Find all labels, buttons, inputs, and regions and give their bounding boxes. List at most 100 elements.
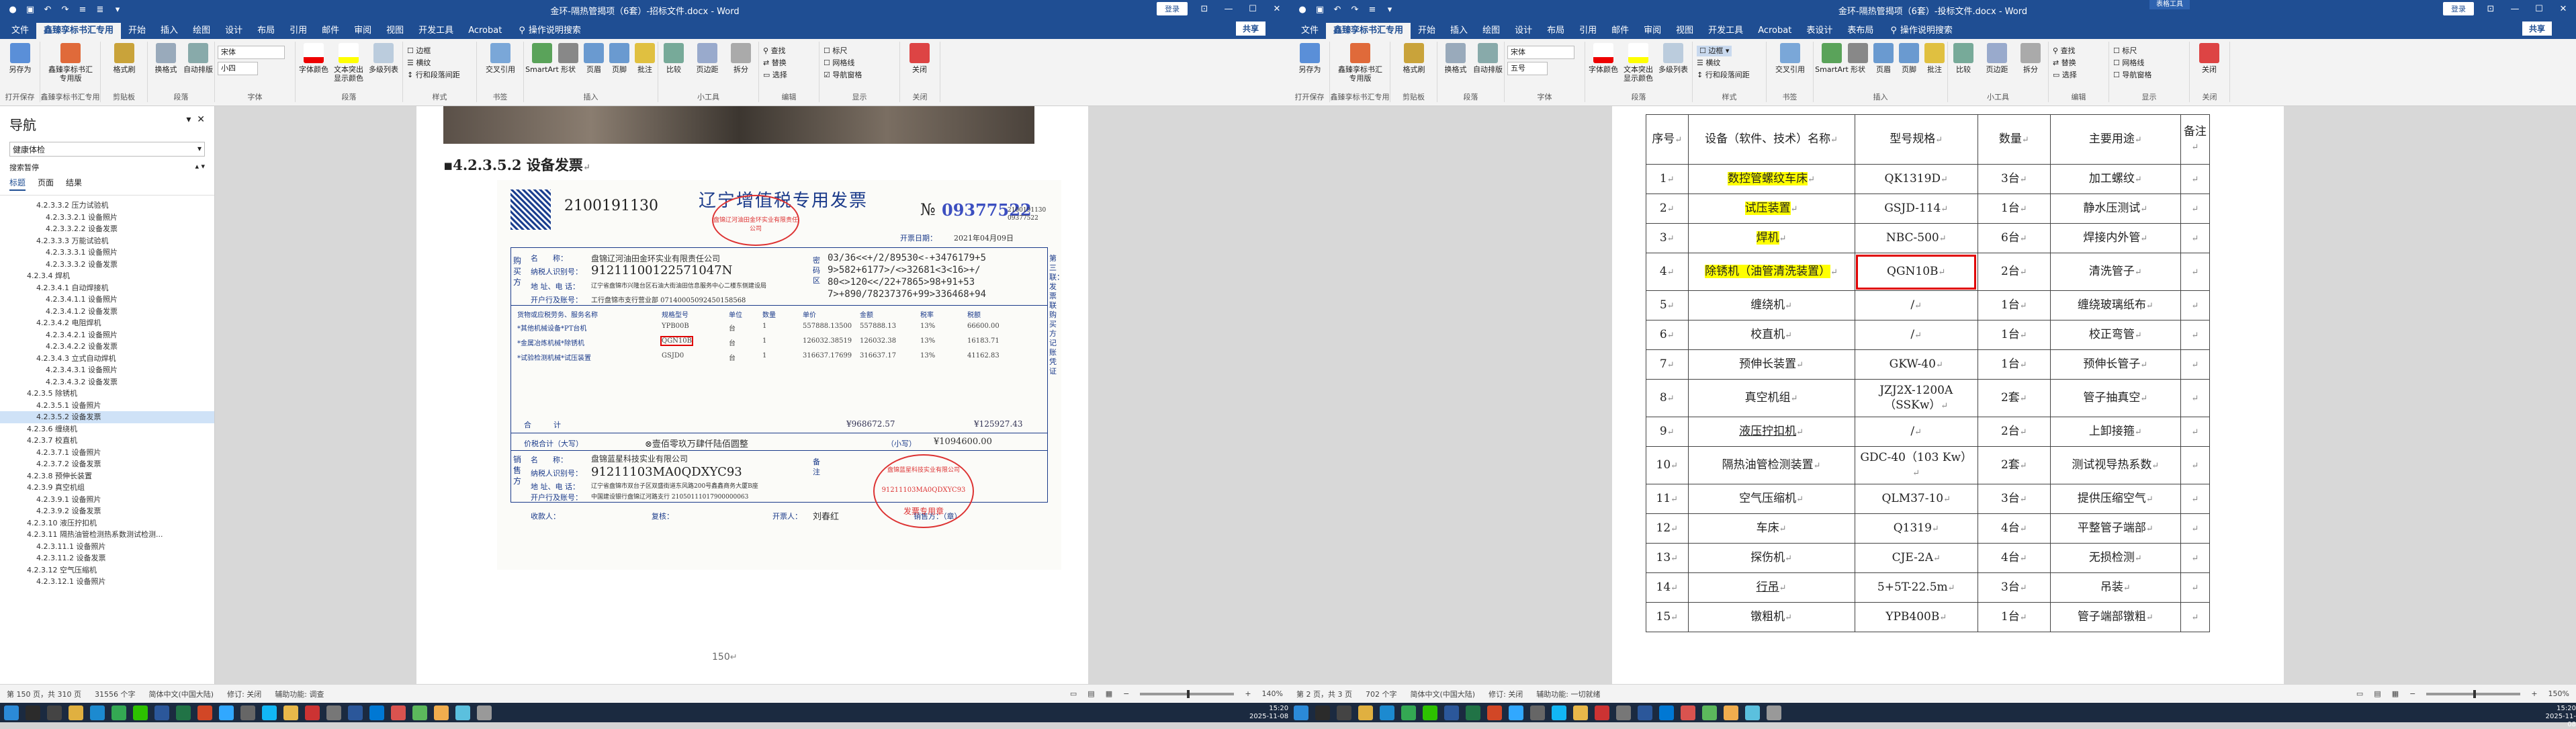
font-color-button[interactable]: 字体颜色 bbox=[296, 43, 332, 74]
table-header-cell[interactable]: 型号规格↵ bbox=[1854, 114, 1978, 165]
tab-file[interactable]: 文件 bbox=[1294, 23, 1326, 39]
table-cell-qty[interactable]: 1台↵ bbox=[1977, 349, 2051, 380]
close-icon[interactable]: ✕ bbox=[2556, 4, 2571, 14]
nav-tree-item[interactable]: 4.2.3.4.2.1 设备照片 bbox=[0, 329, 214, 341]
status-accessibility[interactable]: 辅助功能: 调查 bbox=[275, 689, 324, 699]
table-cell-remark[interactable]: ↵ bbox=[2180, 194, 2211, 224]
powerpoint-icon[interactable] bbox=[197, 705, 212, 720]
word-icon[interactable] bbox=[1444, 705, 1459, 720]
table-cell-name[interactable]: 车床↵ bbox=[1687, 513, 1855, 544]
table-cell-remark[interactable]: ↵ bbox=[2180, 349, 2211, 380]
table-cell-no[interactable]: 8↵ bbox=[1646, 379, 1689, 417]
nav-close-icon[interactable]: ✕ bbox=[197, 114, 205, 125]
gridlines-checkbox[interactable]: ☐ 网格线 bbox=[2113, 58, 2144, 69]
app-icon[interactable] bbox=[391, 705, 406, 720]
border-item[interactable]: ☐ 边框 bbox=[407, 46, 431, 56]
nav-tree-item[interactable]: 4.2.3.4.1 自动焊接机 bbox=[0, 282, 214, 294]
table-cell-name[interactable]: 预伸长装置↵ bbox=[1687, 349, 1855, 380]
format-painter-button[interactable]: 格式刷 bbox=[106, 43, 142, 74]
app-icon-5[interactable] bbox=[1767, 705, 1781, 720]
table-cell-qty[interactable]: 1台↵ bbox=[1977, 320, 2051, 350]
zoom-out-icon[interactable]: − bbox=[2409, 689, 2415, 698]
table-cell-model[interactable]: Q1319↵ bbox=[1854, 513, 1978, 544]
app-icon-3[interactable] bbox=[1724, 705, 1738, 720]
table-cell-qty[interactable]: 1台↵ bbox=[1977, 290, 2051, 320]
tab-review[interactable]: 审阅 bbox=[347, 23, 379, 39]
table-cell-remark[interactable]: ↵ bbox=[2180, 513, 2211, 544]
table-cell-use[interactable]: 预伸长管子↵ bbox=[2049, 349, 2181, 380]
word-icon-2[interactable] bbox=[348, 705, 363, 720]
table-cell-name[interactable]: 缠绕机↵ bbox=[1687, 290, 1855, 320]
folder-icon[interactable] bbox=[283, 705, 298, 720]
status-track-changes[interactable]: 修订: 关闭 bbox=[1489, 689, 1523, 699]
tab-home[interactable]: 开始 bbox=[121, 23, 153, 39]
nav-tree-item[interactable]: 4.2.3.5.1 设备照片 bbox=[0, 400, 214, 412]
login-button[interactable]: 登录 bbox=[1157, 2, 1188, 15]
table-header-cell[interactable]: 序号↵ bbox=[1646, 114, 1689, 165]
gridlines-checkbox[interactable]: ☐ 网格线 bbox=[824, 58, 854, 69]
spacing-item[interactable]: ↕ 行和段落间距 bbox=[407, 70, 460, 81]
table-cell-name[interactable]: 隔热油管检测装置↵ bbox=[1687, 446, 1855, 484]
table-cell-qty[interactable]: 4台↵ bbox=[1977, 543, 2051, 573]
nav-options-icon[interactable]: ▾ bbox=[186, 114, 191, 125]
table-cell-qty[interactable]: 3台↵ bbox=[1977, 164, 2051, 194]
table-cell-use[interactable]: 管子端部镦粗↵ bbox=[2049, 602, 2181, 632]
table-cell-use[interactable]: 吊装↵ bbox=[2049, 572, 2181, 603]
border-item[interactable]: ☐ 边框 ▾ bbox=[1697, 46, 1732, 56]
table-cell-no[interactable]: 13↵ bbox=[1646, 543, 1689, 573]
qq-icon[interactable] bbox=[1552, 705, 1566, 720]
nav-tree-item[interactable]: 4.2.3.3.3.2 设备发票 bbox=[0, 259, 214, 271]
focus-mode-icon[interactable]: ▭ bbox=[1070, 689, 1077, 698]
table-cell-model[interactable]: CJE-2A↵ bbox=[1854, 543, 1978, 573]
table-cell-qty[interactable]: 2套↵ bbox=[1977, 446, 2051, 484]
camera-icon[interactable] bbox=[240, 705, 255, 720]
table-cell-name[interactable]: 液压拧扣机↵ bbox=[1687, 417, 1855, 447]
table-cell-use[interactable]: 加工螺纹↵ bbox=[2049, 164, 2181, 194]
tab-acrobat[interactable]: Acrobat bbox=[461, 23, 509, 39]
replace-item[interactable]: ⇄ 替换 bbox=[2053, 58, 2076, 69]
table-cell-no[interactable]: 9↵ bbox=[1646, 417, 1689, 447]
tab-view[interactable]: 视图 bbox=[1669, 23, 1701, 39]
compare-button[interactable]: 比较 bbox=[658, 43, 689, 74]
table-cell-name[interactable]: 校直机↵ bbox=[1687, 320, 1855, 350]
text-highlight-button[interactable]: 文本突出显示颜色 bbox=[330, 43, 367, 83]
table-cell-remark[interactable]: ↵ bbox=[2180, 379, 2211, 417]
nav-tree-item[interactable]: 4.2.3.9 真空机组 bbox=[0, 482, 214, 494]
qq-icon[interactable] bbox=[262, 705, 277, 720]
table-cell-model[interactable]: GDC-40（103 Kw）↵ bbox=[1854, 446, 1978, 484]
table-cell-no[interactable]: 6↵ bbox=[1646, 320, 1689, 350]
folder-icon[interactable] bbox=[1573, 705, 1588, 720]
photoshop-icon[interactable] bbox=[1509, 705, 1523, 720]
biaoshu-button[interactable]: 鑫臻孪标书汇专用版 bbox=[1335, 43, 1385, 83]
table-header-cell[interactable]: 数量↵ bbox=[1977, 114, 2051, 165]
table-cell-qty[interactable]: 4台↵ bbox=[1977, 513, 2051, 544]
close-ribbon-button[interactable]: 关闭 bbox=[2192, 43, 2226, 74]
cross-reference-button[interactable]: 交叉引用 bbox=[1772, 43, 1808, 74]
table-cell-name[interactable]: 探伤机↵ bbox=[1687, 543, 1855, 573]
minimize-icon[interactable]: — bbox=[1221, 4, 1236, 14]
text-highlight-button[interactable]: 文本突出显示颜色 bbox=[1620, 43, 1656, 83]
wechat-icon[interactable] bbox=[1423, 705, 1437, 720]
nav-tree-item[interactable]: 4.2.3.11.2 设备发票 bbox=[0, 552, 214, 564]
table-cell-use[interactable]: 清洗管子↵ bbox=[2049, 253, 2181, 291]
table-cell-remark[interactable]: ↵ bbox=[2180, 253, 2211, 291]
table-header-cell[interactable]: 设备（软件、技术）名称↵ bbox=[1687, 114, 1855, 165]
photoshop-icon[interactable] bbox=[219, 705, 234, 720]
nav-prev-icon[interactable]: ▴ bbox=[195, 162, 199, 171]
app-icon-4[interactable] bbox=[455, 705, 470, 720]
table-cell-remark[interactable]: ↵ bbox=[2180, 572, 2211, 603]
footer-button[interactable]: 页脚 bbox=[606, 43, 633, 74]
table-cell-no[interactable]: 14↵ bbox=[1646, 572, 1689, 603]
customize-qat-icon[interactable]: ▾ bbox=[110, 3, 125, 16]
nav-tree-item[interactable]: 4.2.3.4.2 电阻焊机 bbox=[0, 317, 214, 329]
table-cell-no[interactable]: 12↵ bbox=[1646, 513, 1689, 544]
table-cell-name[interactable]: 焊机↵ bbox=[1687, 223, 1855, 253]
search-icon[interactable] bbox=[26, 705, 40, 720]
select-item[interactable]: ▭ 选择 bbox=[763, 70, 787, 81]
tab-insert[interactable]: 插入 bbox=[1443, 23, 1475, 39]
zoom-slider[interactable] bbox=[1140, 689, 1235, 698]
nav-tree-item[interactable]: 4.2.3.12.1 设备照片 bbox=[0, 576, 214, 588]
align-center-icon[interactable]: ≣ bbox=[93, 3, 107, 16]
zoom-slider[interactable] bbox=[2426, 689, 2521, 698]
table-cell-model[interactable]: /↵ bbox=[1854, 320, 1978, 350]
